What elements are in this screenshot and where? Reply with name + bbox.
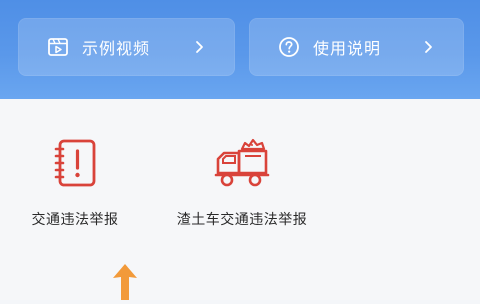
pointer-arrow-icon xyxy=(110,262,140,300)
example-video-button[interactable]: 示例视频 xyxy=(18,18,235,76)
dump-truck-icon xyxy=(211,132,273,194)
dump-truck-violation-report-label: 渣土车交通违法举报 xyxy=(176,212,308,228)
service-grid: 交通违法举报 渣土车交通违法举报 xyxy=(0,99,480,300)
report-notebook-icon xyxy=(44,132,106,194)
chevron-right-icon xyxy=(191,39,207,55)
help-circle-icon xyxy=(277,35,301,59)
traffic-violation-report-tile[interactable]: 交通违法举报 xyxy=(22,132,128,229)
traffic-violation-report-label: 交通违法举报 xyxy=(31,212,119,228)
chevron-right-icon xyxy=(420,39,436,55)
instructions-button[interactable]: 使用说明 xyxy=(249,18,464,76)
dump-truck-violation-report-tile[interactable]: 渣土车交通违法举报 xyxy=(168,132,316,229)
instructions-label: 使用说明 xyxy=(313,39,382,58)
header-band: 示例视频 使用说明 xyxy=(0,0,480,99)
example-video-label: 示例视频 xyxy=(82,39,151,58)
video-icon xyxy=(46,35,70,59)
